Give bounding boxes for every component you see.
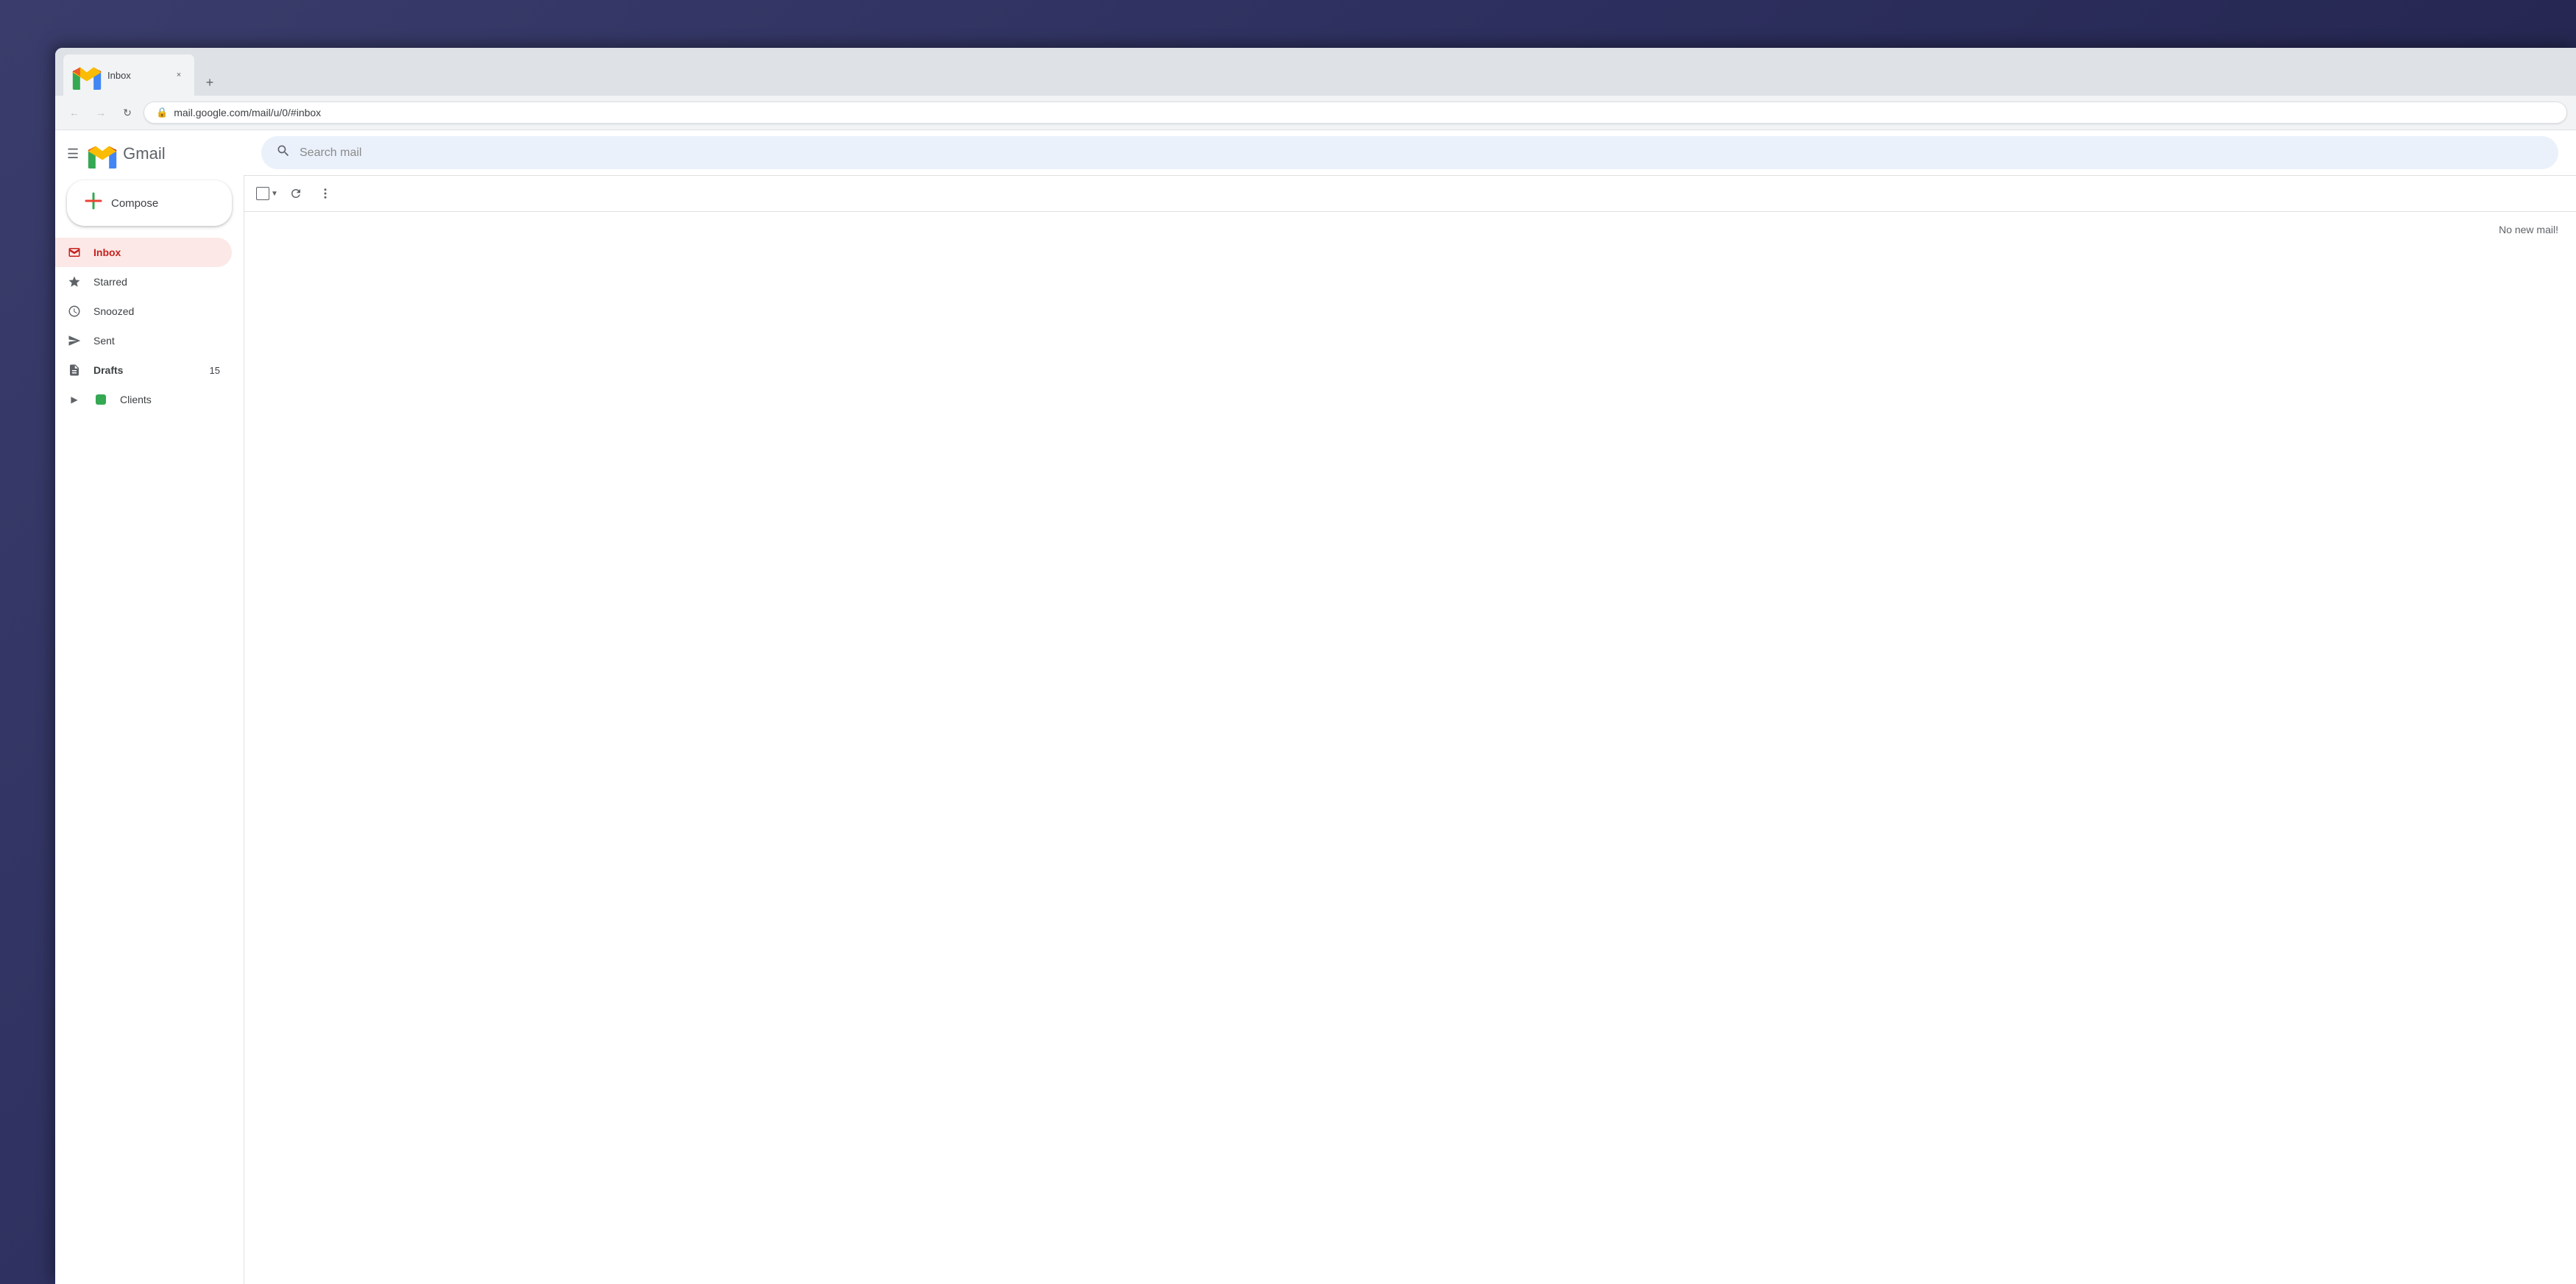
expand-icon: ▶ <box>67 392 82 407</box>
drafts-label: Drafts <box>93 364 123 376</box>
sent-label: Sent <box>93 335 115 347</box>
browser-chrome: Inbox × + ← → ↻ 🔒 mail.google.com/mail/u… <box>55 48 2576 130</box>
select-arrow: ▼ <box>271 190 278 198</box>
sidebar-item-starred[interactable]: Starred <box>55 267 232 297</box>
menu-icon[interactable]: ☰ <box>61 141 85 168</box>
snoozed-label: Snoozed <box>93 305 134 317</box>
url-text: mail.google.com/mail/u/0/#inbox <box>174 107 321 118</box>
main-content: Search mail ▼ <box>244 130 2576 1284</box>
star-icon <box>67 274 82 289</box>
sidebar-item-drafts[interactable]: Drafts 15 <box>55 355 232 385</box>
url-bar[interactable]: 🔒 mail.google.com/mail/u/0/#inbox <box>144 102 2567 124</box>
mail-toolbar: ▼ <box>244 176 2576 212</box>
drafts-badge: 15 <box>210 365 220 376</box>
clients-dot <box>96 394 106 405</box>
starred-label: Starred <box>93 276 127 288</box>
address-bar: ← → ↻ 🔒 mail.google.com/mail/u/0/#inbox <box>55 96 2576 130</box>
forward-button[interactable]: → <box>91 102 111 123</box>
tab-title: Inbox <box>107 70 166 81</box>
sidebar: ☰ Gmail <box>55 130 244 1284</box>
select-checkbox <box>256 187 269 200</box>
lock-icon: 🔒 <box>156 107 168 118</box>
mail-area: ▼ No new mail! <box>244 176 2576 1284</box>
back-button[interactable]: ← <box>64 102 85 123</box>
browser-tab-active[interactable]: Inbox × <box>63 54 195 96</box>
search-placeholder: Search mail <box>300 146 361 160</box>
sidebar-item-sent[interactable]: Sent <box>55 326 232 355</box>
send-icon <box>67 333 82 348</box>
reload-button[interactable]: ↻ <box>117 102 138 123</box>
page-content: ☰ Gmail <box>55 130 2576 1284</box>
clock-icon <box>67 304 82 319</box>
compose-label: Compose <box>111 197 158 210</box>
label-icon <box>93 392 108 407</box>
inbox-label: Inbox <box>93 246 121 258</box>
clients-label: Clients <box>120 394 152 405</box>
draft-icon <box>67 363 82 377</box>
no-mail-message: No new mail! <box>244 212 2576 247</box>
inbox-icon <box>67 245 82 260</box>
sidebar-item-inbox[interactable]: Inbox <box>55 238 232 267</box>
gmail-text: Gmail <box>123 144 165 163</box>
select-dropdown[interactable]: ▼ <box>256 187 278 200</box>
compose-icon <box>85 192 102 210</box>
tab-favicon <box>72 60 102 90</box>
top-bar: Search mail <box>244 130 2576 176</box>
search-icon <box>276 143 291 162</box>
gmail-m-icon <box>88 139 117 169</box>
tab-bar: Inbox × + <box>55 48 2576 96</box>
new-tab-button[interactable]: + <box>198 71 222 94</box>
sidebar-item-snoozed[interactable]: Snoozed <box>55 297 232 326</box>
compose-button[interactable]: Compose <box>67 180 232 226</box>
tab-close-button[interactable]: × <box>172 68 185 82</box>
browser-window: Inbox × + ← → ↻ 🔒 mail.google.com/mail/u… <box>55 48 2576 1284</box>
more-options-button[interactable] <box>314 182 337 205</box>
refresh-button[interactable] <box>284 182 308 205</box>
search-box[interactable]: Search mail <box>261 136 2558 169</box>
compose-plus-icon <box>85 192 102 214</box>
gmail-logo: Gmail <box>88 139 165 169</box>
sidebar-item-clients[interactable]: ▶ Clients <box>55 385 232 414</box>
